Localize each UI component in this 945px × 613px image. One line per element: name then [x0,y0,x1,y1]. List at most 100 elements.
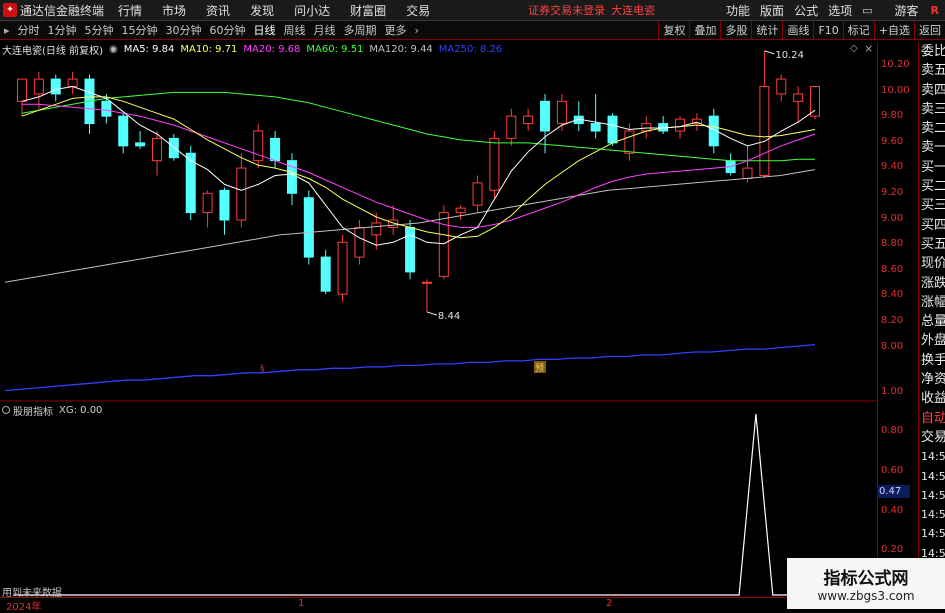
side-panel-label: 换手 [921,352,945,368]
f10-button[interactable]: F10 [813,21,842,40]
indicator-tick: 0.40 [881,505,904,516]
candle-up[interactable] [354,226,365,258]
overlay-button[interactable]: 叠加 [689,21,720,40]
user-guest[interactable]: 游客 [895,2,919,19]
menu-discover[interactable]: 发现 [250,2,274,19]
period-tab-30min[interactable]: 30分钟 [162,22,206,38]
indicator-toggle-icon[interactable] [2,406,10,414]
app-logo-icon: ✦ [3,3,17,17]
menu-market[interactable]: 市场 [162,2,186,19]
ma250-line [4,343,816,392]
period-tab-intraday[interactable]: 分时 [14,22,44,38]
add-watchlist-button[interactable]: +自选 [873,21,914,40]
period-tab-monthly[interactable]: 月线 [310,22,340,38]
multi-stock-button[interactable]: 多股 [720,21,751,40]
menu-ask[interactable]: 问小达 [294,2,330,19]
candle-up[interactable] [793,93,804,102]
candle-down[interactable] [50,78,61,95]
candle-up[interactable] [17,78,27,102]
indicator-xg-value: XG: 0.00 [59,404,103,416]
period-play-icon[interactable]: ▸ [0,24,14,37]
period-tab-60min[interactable]: 60分钟 [206,22,250,38]
chevron-right-icon[interactable]: › [411,24,423,37]
adjust-button[interactable]: 复权 [658,21,689,40]
candle-up[interactable] [523,115,534,125]
price-tick: 9.60 [881,136,904,147]
side-panel-label: 14:56 [921,508,945,522]
menu-layout[interactable]: 版面 [760,2,784,19]
candle-up[interactable] [202,192,213,214]
menu-news[interactable]: 资讯 [206,2,230,19]
candle-up[interactable] [33,78,44,95]
candle-up[interactable] [675,118,686,132]
candle-up[interactable] [556,100,567,125]
price-tick: 9.20 [881,187,904,198]
candle-down[interactable] [320,256,331,292]
candle-up[interactable] [438,212,449,277]
side-panel-label: 交易 [921,429,945,445]
watermark-url: www.zbgs3.com [817,589,915,603]
minimize-icon[interactable]: ▭ [862,4,872,17]
menu-function[interactable]: 功能 [726,2,750,19]
candle-down[interactable] [270,137,281,162]
mark-button[interactable]: 标记 [842,21,874,40]
candle-up[interactable] [421,281,432,284]
candle-down[interactable] [590,123,601,132]
candle-down[interactable] [168,137,179,159]
candle-up[interactable] [810,86,820,117]
candle-up[interactable] [489,137,500,191]
candle-up[interactable] [151,137,162,162]
candle-up[interactable] [776,78,787,95]
menu-formula[interactable]: 公式 [794,2,818,19]
candle-down[interactable] [540,100,551,132]
back-button[interactable]: 返回 [914,21,945,40]
indicator-name[interactable]: 股朋指标 [13,403,53,418]
indicator-line-group [13,413,807,596]
candle-down[interactable] [607,115,618,144]
candle-up[interactable] [67,78,78,87]
watermark: 指标公式网 www.zbgs3.com [787,558,945,609]
candle-down[interactable] [303,197,314,258]
side-panel-label: 买四 [921,217,945,233]
candle-down[interactable] [219,189,230,221]
candle-up[interactable] [371,222,382,236]
candle-down[interactable] [135,142,146,147]
candle-down[interactable] [118,115,129,147]
period-tab-multi[interactable]: 多周期 [340,22,381,38]
period-tab-1min[interactable]: 1分钟 [44,22,81,38]
price-tick: 10.00 [881,85,910,96]
candle-up[interactable] [624,130,635,154]
candle-down[interactable] [101,100,112,117]
candle-up[interactable] [759,86,770,176]
period-tab-15min[interactable]: 15分钟 [118,22,162,38]
ma60-line [21,91,815,162]
candle-up[interactable] [455,207,466,214]
indicator-tick: 0.80 [881,425,904,436]
side-panel-label: 涨幅 [921,294,945,310]
period-tab-daily[interactable]: 日线 [250,22,280,38]
candle-up[interactable] [641,123,652,132]
candle-up[interactable] [236,167,247,221]
candle-up[interactable] [506,115,517,139]
side-panel-label: 14:56 [921,527,945,541]
period-tab-more[interactable]: 更多 [381,22,411,38]
side-panel-label: 买三 [921,198,945,214]
period-tab-weekly[interactable]: 周线 [280,22,310,38]
menu-quotes[interactable]: 行情 [118,2,142,19]
menu-wealth[interactable]: 财富圈 [350,2,386,19]
statistics-button[interactable]: 统计 [751,21,782,40]
draw-line-button[interactable]: 画线 [782,21,813,40]
candle-up[interactable] [472,182,483,206]
period-tab-5min[interactable]: 5分钟 [81,22,118,38]
candle-up[interactable] [337,241,348,295]
candle-down[interactable] [405,226,416,273]
side-panel-label: 自动 [921,410,945,426]
menu-trade[interactable]: 交易 [406,2,430,19]
side-panel-label: 涨跌 [921,275,945,291]
indicator-current-value: 0.47 [877,485,910,498]
menu-options[interactable]: 选项 [828,2,852,19]
price-tick: 8.20 [881,315,904,326]
trade-login-warning[interactable]: 证券交易未登录 [528,2,605,18]
price-chart[interactable]: 10.24 8.44 § 预 [0,40,877,600]
candle-up[interactable] [742,167,753,179]
